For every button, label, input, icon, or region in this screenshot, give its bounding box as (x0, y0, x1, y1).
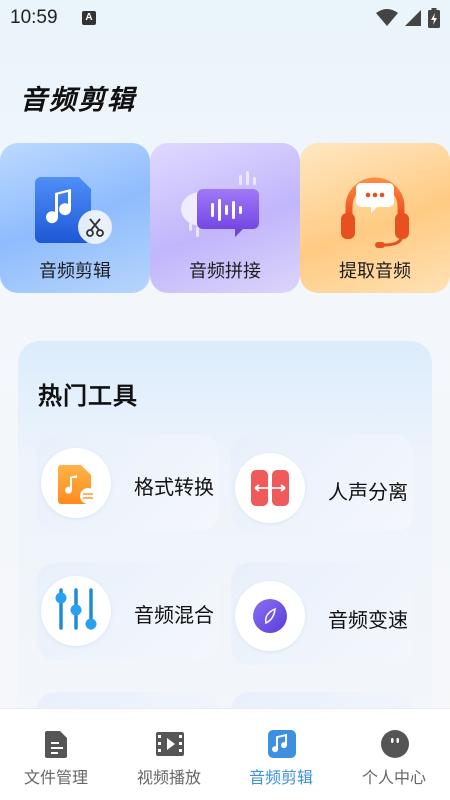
tool-icon-circle (41, 448, 111, 518)
file-icon (45, 731, 67, 758)
tool-label: 音频混合 (134, 603, 214, 627)
bottom-nav: 文件管理 视频播放 音频剪辑 个人中心 (0, 708, 450, 800)
nav-audio-edit[interactable]: 音频剪辑 (225, 709, 337, 800)
tool-speed-change[interactable]: 音频变速 (231, 563, 413, 665)
tool-icon-circle (41, 576, 111, 646)
card-audio-cut[interactable]: 音频剪辑 (0, 143, 150, 293)
tool-icon-circle (235, 453, 305, 523)
tool-label: 人声分离 (328, 480, 408, 504)
vocal-separate-icon (251, 470, 289, 506)
wifi-icon (376, 9, 398, 26)
tool-format-convert[interactable]: 格式转换 (37, 435, 219, 531)
audio-merge-icon (181, 171, 259, 237)
music-note-icon (268, 730, 296, 758)
nav-profile[interactable]: 个人中心 (338, 709, 450, 800)
audio-mix-icon (55, 588, 97, 630)
nav-file-manager[interactable]: 文件管理 (0, 709, 112, 800)
tool-icon-circle (235, 581, 305, 651)
page-title: 音频剪辑 (20, 85, 136, 116)
nav-label: 个人中心 (361, 768, 426, 787)
signal-icon (405, 10, 421, 26)
nav-video-play[interactable]: 视频播放 (113, 709, 225, 800)
speed-change-icon (253, 599, 287, 633)
card-label: 音频剪辑 (39, 261, 111, 282)
nav-label: 视频播放 (136, 768, 201, 787)
status-time: 10:59 (10, 7, 58, 28)
notification-icon: A (82, 11, 96, 25)
format-convert-icon (58, 465, 96, 504)
person-icon (381, 730, 409, 758)
music-scissors-icon (35, 177, 112, 244)
film-icon (156, 732, 184, 756)
headphones-icon (341, 177, 409, 248)
hot-tools-title: 热门工具 (38, 382, 138, 410)
battery-charging-icon (428, 8, 440, 28)
nav-label: 文件管理 (23, 768, 88, 787)
card-extract-audio[interactable]: 提取音频 (300, 143, 450, 293)
status-bar: 10:59 A (0, 0, 450, 36)
nav-label: 音频剪辑 (248, 768, 313, 787)
card-label: 提取音频 (339, 261, 411, 282)
card-audio-merge[interactable]: 音频拼接 (150, 143, 300, 293)
tool-label: 格式转换 (134, 475, 214, 499)
tool-label: 音频变速 (328, 608, 408, 632)
tool-vocal-separate[interactable]: 人声分离 (231, 435, 413, 531)
card-label: 音频拼接 (189, 261, 261, 282)
status-icons (376, 8, 440, 28)
tool-audio-mix[interactable]: 音频混合 (37, 563, 219, 660)
